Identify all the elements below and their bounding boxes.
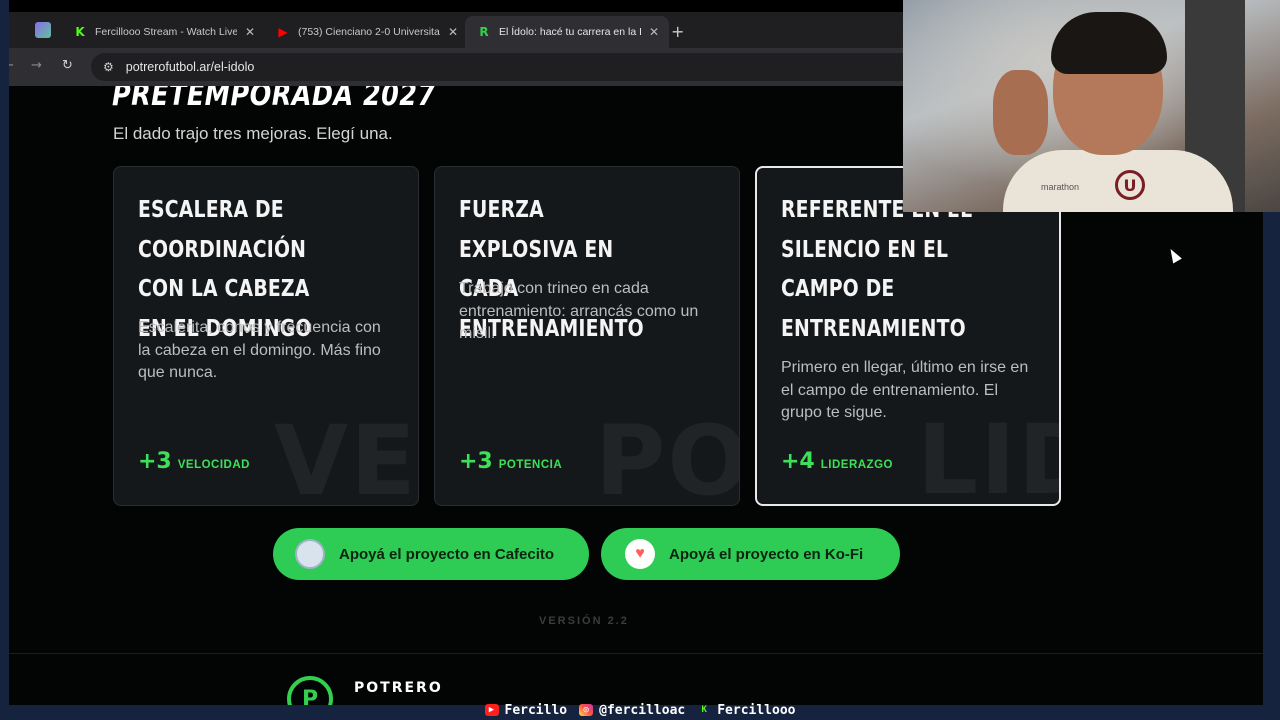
potrero-icon: R: [479, 25, 489, 39]
kick-icon: K: [75, 25, 85, 39]
close-icon[interactable]: ✕: [245, 25, 255, 39]
extensions-icon[interactable]: [35, 22, 51, 38]
close-icon[interactable]: ✕: [649, 25, 659, 39]
footer-brand[interactable]: POTRERO: [354, 680, 443, 696]
reload-button[interactable]: ↻: [62, 58, 73, 73]
back-button[interactable]: ←: [9, 58, 14, 73]
instagram-icon: ◎: [579, 704, 594, 716]
kofi-button[interactable]: ♥ Apoyá el proyecto en Ko-Fi: [601, 528, 900, 580]
social-handle: @fercilloac: [599, 702, 686, 718]
webcam-overlay: marathon U: [903, 0, 1280, 212]
cafecito-button[interactable]: Apoyá el proyecto en Cafecito: [273, 528, 589, 580]
streamer-hair: [1051, 12, 1167, 74]
tab-title: Fercillooo Stream - Watch Live o: [95, 26, 237, 38]
upgrade-card-liderazgo[interactable]: LID REFERENTE EN EL SILENCIO EN EL CAMPO…: [755, 166, 1061, 506]
tab-title: El Ídolo: hacé tu carrera en la Li: [499, 26, 641, 38]
page-subtitle: El dado trajo tres mejoras. Elegí una.: [113, 124, 393, 143]
upgrade-card-velocidad[interactable]: VEL ESCALERA DE COORDINACIÓN CON LA CABE…: [113, 166, 419, 506]
youtube-icon: ▶: [484, 704, 499, 716]
version-label: VERSIÓN 2.2: [539, 615, 629, 627]
card-stat: +4 LIDERAZGO: [781, 449, 893, 474]
url-text: potrerofutbol.ar/el-idolo: [125, 60, 255, 74]
shirt-brand-text: marathon: [1041, 182, 1080, 192]
tab-kick-stream[interactable]: K Fercillooo Stream - Watch Live o ✕: [61, 16, 265, 48]
new-tab-button[interactable]: +: [671, 22, 684, 41]
stat-value: +3: [459, 449, 493, 474]
social-bar: ▶ Fercillo ◎ @fercilloac K Fercillooo: [0, 700, 1280, 720]
social-handle: Fercillo: [504, 702, 568, 718]
cafecito-icon: [295, 539, 325, 569]
page-title: PRETEMPORADA 2027: [112, 86, 436, 113]
card-watermark: POT: [595, 405, 739, 506]
social-handle: Fercillooo: [717, 702, 796, 718]
card-description: Escalerita, conos y frecuencia con la ca…: [138, 319, 381, 381]
stat-label: POTENCIA: [498, 459, 563, 471]
card-stat: +3 VELOCIDAD: [138, 449, 250, 474]
stat-value: +4: [781, 449, 815, 474]
kick-icon: K: [701, 705, 707, 715]
cafecito-label: Apoyá el proyecto en Cafecito: [339, 545, 555, 563]
card-stat: +3 POTENCIA: [459, 449, 562, 474]
kofi-cup-icon: ♥: [625, 539, 655, 569]
tab-el-idolo[interactable]: R El Ídolo: hacé tu carrera en la Li ✕: [465, 16, 670, 48]
kofi-label: Apoyá el proyecto en Ko-Fi: [669, 545, 864, 563]
social-kick: K Fercillooo: [697, 702, 796, 718]
streamer-hand: [993, 70, 1048, 155]
site-settings-icon[interactable]: ⚙: [103, 60, 114, 74]
upgrade-card-potencia[interactable]: POT FUERZA EXPLOSIVA EN CADA ENTRENAMIEN…: [434, 166, 740, 506]
card-description: Primero en llegar, último en irse en el …: [781, 359, 1029, 421]
stat-label: LIDERAZGO: [820, 459, 893, 471]
forward-button[interactable]: →: [31, 58, 42, 73]
close-icon[interactable]: ✕: [448, 25, 458, 39]
social-instagram: ◎ @fercilloac: [579, 703, 685, 718]
card-description: Trabajo con trineo en cada entrenamiento…: [459, 280, 699, 342]
card-watermark: VEL: [274, 405, 418, 506]
card-title: REFERENTE EN EL SILENCIO EN EL CAMPO DE …: [781, 197, 973, 342]
social-youtube: ▶ Fercillo: [484, 702, 568, 718]
youtube-icon: ▶: [278, 25, 288, 39]
stat-label: VELOCIDAD: [177, 459, 250, 471]
footer-divider: [9, 653, 1263, 654]
tab-youtube-video[interactable]: ▶ (753) Cienciano 2-0 Universitari ✕: [264, 16, 468, 48]
stat-value: +3: [138, 449, 172, 474]
tab-title: (753) Cienciano 2-0 Universitari: [298, 26, 440, 38]
club-crest-icon: U: [1115, 170, 1145, 200]
